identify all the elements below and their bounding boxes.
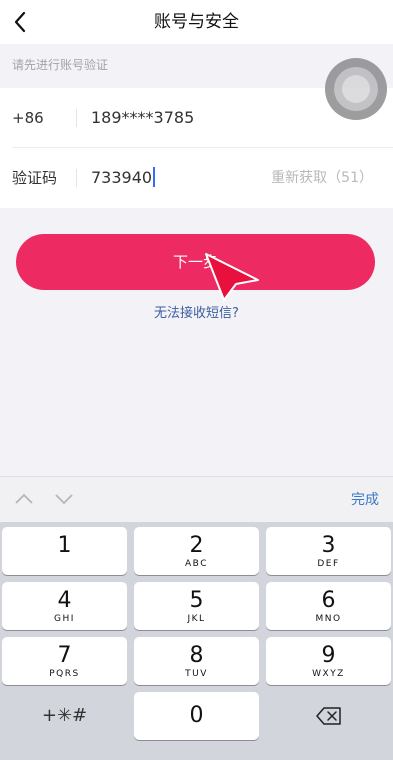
- key-3[interactable]: 3 DEF: [266, 527, 391, 575]
- key-letters: MNO: [315, 614, 342, 624]
- next-step-button[interactable]: 下一步: [16, 234, 375, 290]
- done-button[interactable]: 完成: [351, 477, 379, 523]
- key-letters: TUV: [185, 669, 208, 679]
- key-digit: 6: [321, 588, 336, 613]
- country-code[interactable]: +86: [12, 88, 44, 148]
- code-value: 733940: [91, 168, 153, 187]
- key-letters: WXYZ: [312, 669, 345, 679]
- key-letters: ABC: [185, 559, 208, 569]
- key-digit: 7: [57, 643, 72, 668]
- numeric-keypad: 1 2 ABC 3 DEF 4 GHI 5 JKL 6 MNO 7 PQRS 8 TUV 9W…: [0, 522, 393, 760]
- divider: [76, 109, 77, 127]
- key-7[interactable]: 7 PQRS: [2, 637, 127, 685]
- key-letters: PQRS: [49, 669, 80, 679]
- key-9[interactable]: 9 WXYZ: [266, 637, 391, 685]
- cursor-arrow-icon: [205, 253, 259, 301]
- delete-key[interactable]: [266, 692, 391, 740]
- backspace-icon: [315, 707, 341, 725]
- assistive-core: [342, 75, 370, 103]
- key-symbols[interactable]: +✳#: [2, 692, 127, 740]
- key-digit: 2: [189, 533, 204, 558]
- keyboard-toolbar: 完成: [0, 476, 393, 523]
- nav-bar: 账号与安全: [0, 0, 393, 44]
- phone-number: 189****3785: [91, 108, 195, 127]
- key-letters: DEF: [317, 559, 340, 569]
- verification-hint: 请先进行账号验证: [12, 58, 109, 72]
- assistive-touch-button[interactable]: [325, 58, 387, 120]
- cant-receive-sms-link[interactable]: 无法接收短信?: [0, 302, 393, 321]
- page-title: 账号与安全: [154, 12, 239, 32]
- key-digit: 9: [321, 643, 336, 668]
- divider: [76, 169, 77, 187]
- key-6[interactable]: 6 MNO: [266, 582, 391, 630]
- key-0[interactable]: 0: [134, 692, 259, 740]
- code-row: 验证码 733940 重新获取（51）: [0, 148, 393, 208]
- code-label: 验证码: [12, 169, 58, 187]
- code-input[interactable]: 733940: [91, 148, 156, 208]
- key-1[interactable]: 1: [2, 527, 127, 575]
- key-8[interactable]: 8 TUV: [134, 637, 259, 685]
- key-digit: 0: [189, 703, 204, 728]
- key-letters: JKL: [187, 614, 206, 624]
- chevron-up-icon[interactable]: [14, 489, 34, 509]
- resend-code-button[interactable]: 重新获取（51）: [271, 148, 373, 208]
- key-digit: 4: [57, 588, 72, 613]
- key-letters: GHI: [54, 614, 75, 624]
- key-digit: 3: [321, 533, 336, 558]
- key-digit: 1: [57, 533, 72, 558]
- key-4[interactable]: 4 GHI: [2, 582, 127, 630]
- key-digit: 8: [189, 643, 204, 668]
- chevron-down-icon[interactable]: [54, 489, 74, 509]
- key-digit: 5: [189, 588, 204, 613]
- key-2[interactable]: 2 ABC: [134, 527, 259, 575]
- key-5[interactable]: 5 JKL: [134, 582, 259, 630]
- text-cursor: [153, 167, 156, 187]
